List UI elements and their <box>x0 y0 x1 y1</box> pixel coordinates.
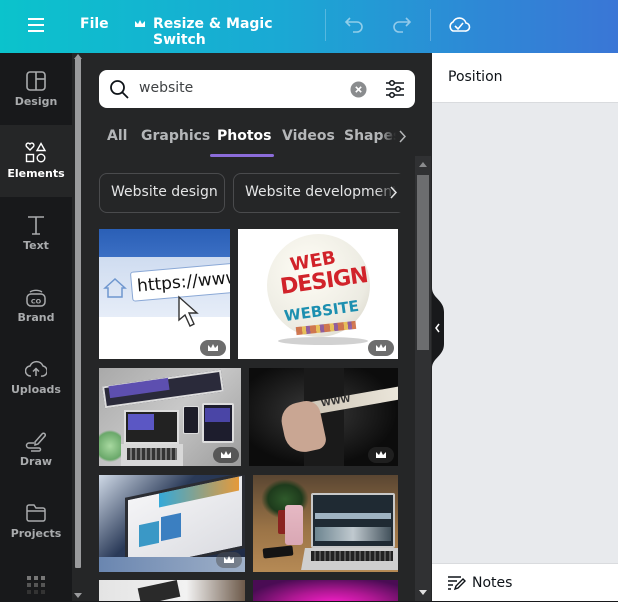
premium-badge <box>213 447 239 463</box>
sidebar-item-label: Elements <box>7 167 65 180</box>
premium-badge <box>216 552 242 568</box>
collapse-panel-button[interactable] <box>432 288 446 368</box>
brand-icon: CO <box>26 289 46 307</box>
home-icon <box>103 277 127 298</box>
tab-shapes[interactable]: Shapes <box>344 128 396 144</box>
tab-videos[interactable]: Videos <box>282 128 335 144</box>
search-input[interactable]: website <box>139 80 193 96</box>
scroll-up-arrow-icon[interactable] <box>419 162 427 167</box>
chips-next-icon[interactable] <box>389 186 397 199</box>
premium-badge <box>368 447 394 463</box>
divider <box>325 9 326 41</box>
svg-text:CO: CO <box>31 298 42 306</box>
tab-photos[interactable]: Photos <box>217 128 272 144</box>
crown-icon <box>224 556 234 563</box>
sidebar-scrollbar-thumb[interactable] <box>75 58 81 568</box>
tabs-next-icon[interactable] <box>398 130 406 143</box>
photo-result[interactable]: WEB DESIGN WEBSITE <box>238 229 398 359</box>
position-title: Position <box>448 69 503 85</box>
text-icon <box>28 216 44 235</box>
premium-badge <box>368 340 394 356</box>
notes-icon <box>448 576 466 591</box>
cloud-upload-icon <box>25 360 47 377</box>
tab-graphics[interactable]: Graphics <box>141 128 210 144</box>
file-menu[interactable]: File <box>80 16 109 32</box>
tab-all[interactable]: All <box>107 128 127 144</box>
notes-label: Notes <box>472 575 513 591</box>
sidebar-item-design[interactable]: Design <box>0 53 72 125</box>
sidebar-item-label: Draw <box>19 455 53 468</box>
sidebar-item-label: Brand <box>17 311 55 324</box>
photo-result[interactable] <box>253 580 398 601</box>
redo-icon[interactable] <box>390 15 412 35</box>
sidebar-item-projects[interactable]: Projects <box>0 485 72 557</box>
notes-button[interactable]: Notes <box>432 563 618 601</box>
sidebar-item-uploads[interactable]: Uploads <box>0 341 72 413</box>
crown-icon <box>208 344 218 351</box>
search-box[interactable]: website <box>99 70 415 108</box>
scroll-up-arrow-icon[interactable] <box>74 54 82 59</box>
draw-icon <box>25 432 47 452</box>
clear-icon[interactable] <box>350 81 367 98</box>
crown-icon <box>376 451 386 458</box>
suggestion-chip[interactable]: Website design <box>99 173 225 213</box>
divider <box>430 9 431 41</box>
search-icon <box>110 80 129 99</box>
sidebar-item-label: Design <box>14 95 58 108</box>
more-apps-button[interactable] <box>27 576 45 598</box>
premium-badge <box>200 340 226 356</box>
photo-result[interactable] <box>253 475 398 572</box>
active-tab-indicator <box>210 154 274 157</box>
sidebar-item-label: Text <box>23 239 49 252</box>
crown-icon <box>376 344 386 351</box>
photo-result[interactable] <box>99 580 245 601</box>
layout-icon <box>26 71 46 91</box>
sidebar-item-text[interactable]: Text <box>0 197 72 269</box>
shapes-icon <box>25 142 47 163</box>
photo-result[interactable]: WWW <box>249 368 398 466</box>
crown-icon <box>221 451 231 458</box>
sidebar-item-draw[interactable]: Draw <box>0 413 72 485</box>
filter-icon[interactable] <box>385 79 405 99</box>
photo-result[interactable] <box>99 475 245 572</box>
undo-icon[interactable] <box>344 15 366 35</box>
top-bar: File Resize & Magic Switch <box>0 0 618 53</box>
apps-grid-icon <box>27 576 45 594</box>
crown-icon <box>135 20 145 27</box>
resize-label: Resize & Magic Switch <box>153 16 273 48</box>
cursor-icon <box>178 295 199 327</box>
folder-icon <box>26 504 46 522</box>
sidebar-item-label: Projects <box>10 527 62 540</box>
resize-button[interactable]: Resize & Magic Switch <box>132 10 308 48</box>
scroll-down-arrow-icon[interactable] <box>74 593 82 598</box>
hamburger-icon[interactable] <box>28 17 44 33</box>
scroll-down-arrow-icon[interactable] <box>419 590 427 595</box>
sidebar-item-elements[interactable]: Elements <box>0 125 72 197</box>
sidebar-item-brand[interactable]: CO Brand <box>0 269 72 341</box>
canvas-area <box>432 53 618 601</box>
photo-result[interactable] <box>99 368 241 466</box>
panel-scrollbar-thumb[interactable] <box>417 175 429 350</box>
photo-result[interactable]: https://www <box>99 229 230 359</box>
sidebar: Design Elements Text CO Brand Uploads Dr… <box>0 53 72 601</box>
position-panel-header: Position <box>432 53 618 103</box>
sidebar-item-label: Uploads <box>11 383 61 396</box>
cloud-check-icon[interactable] <box>447 14 471 34</box>
